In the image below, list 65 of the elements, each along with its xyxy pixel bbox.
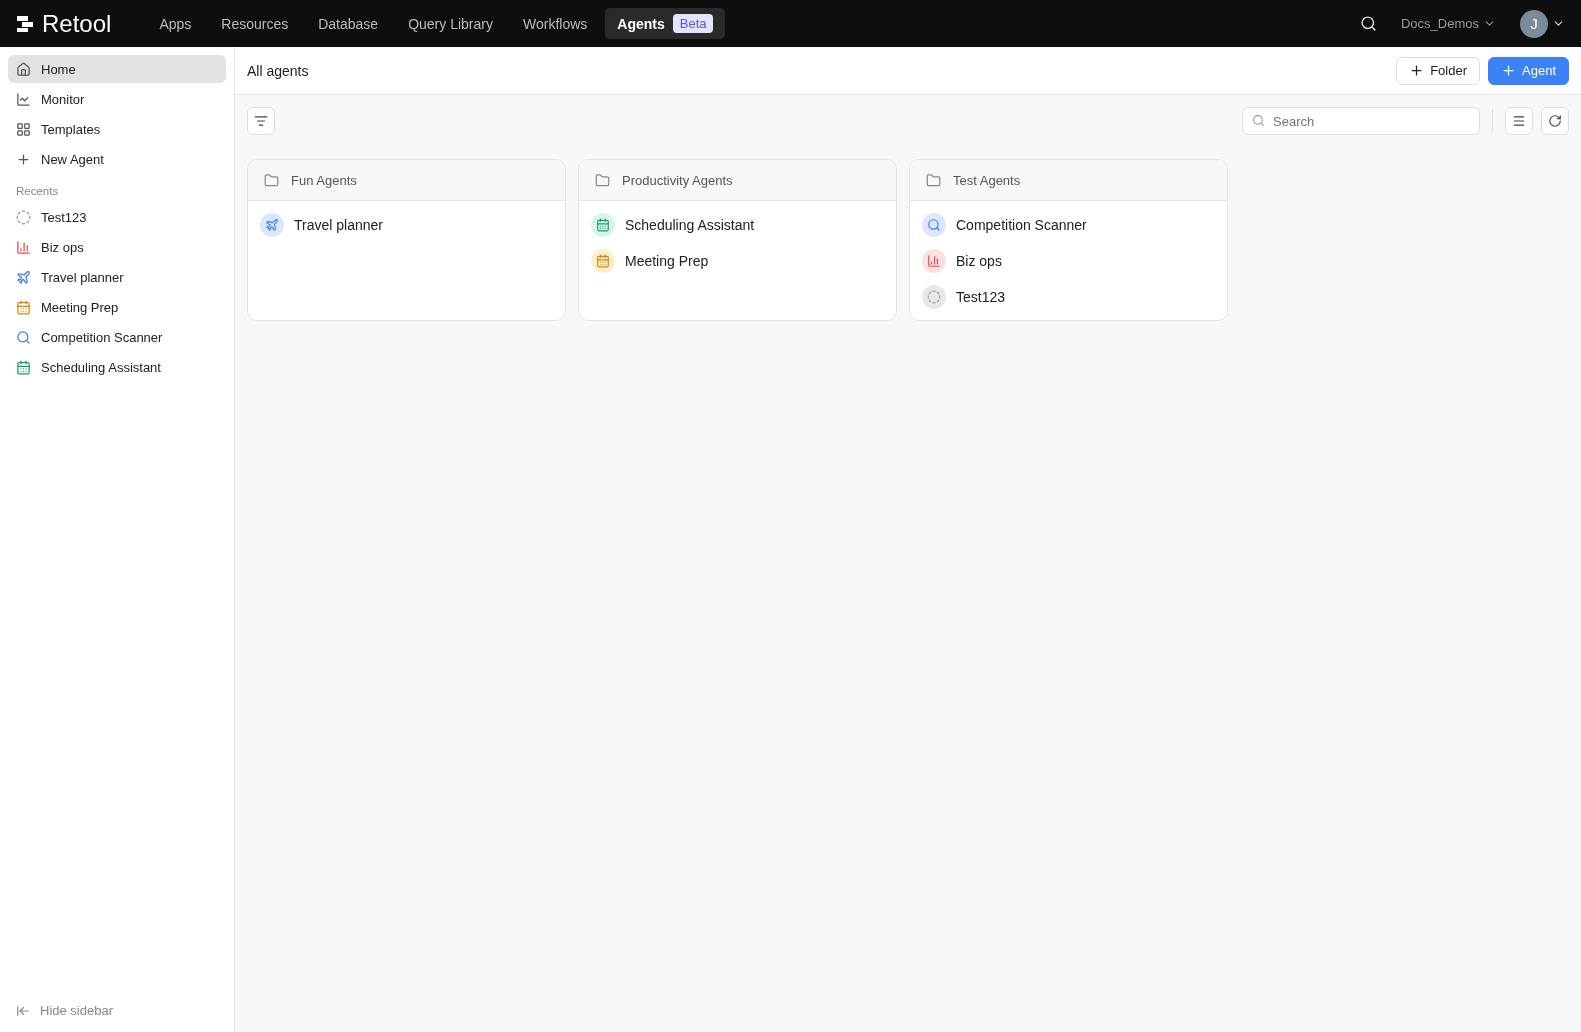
recent-item[interactable]: Test123 — [8, 203, 226, 231]
sidebar-item[interactable]: Home — [8, 55, 226, 83]
dashed-icon — [927, 290, 941, 304]
templates-icon — [16, 121, 31, 137]
agent-item[interactable]: Biz ops — [922, 249, 1215, 273]
workspace-menu[interactable]: Docs_Demos — [1394, 15, 1502, 32]
agent-item[interactable]: Competition Scanner — [922, 213, 1215, 237]
new-folder-button[interactable]: Folder — [1396, 56, 1480, 85]
calendar-icon — [16, 359, 31, 375]
folder-icon — [264, 172, 279, 188]
plus-icon — [1501, 63, 1516, 78]
search-icon — [1252, 114, 1265, 127]
folder-title: Test Agents — [953, 172, 1021, 188]
nav-tab[interactable]: Resources — [209, 9, 301, 38]
sort-button[interactable] — [247, 107, 275, 135]
search-icon — [927, 218, 941, 232]
beta-badge: Beta — [672, 14, 714, 33]
bars-icon — [16, 239, 31, 255]
agent-item[interactable]: Meeting Prep — [591, 249, 884, 273]
search-icon[interactable] — [1359, 15, 1377, 32]
recent-item[interactable]: Travel planner — [8, 263, 226, 291]
nav-tab[interactable]: Database — [306, 9, 391, 38]
sort-icon — [254, 114, 268, 128]
page-title: All agents — [247, 62, 309, 79]
nav-tab[interactable]: Query Library — [396, 9, 505, 38]
bars-icon — [927, 254, 941, 268]
list-view-button[interactable] — [1505, 107, 1533, 135]
calendar-icon — [596, 254, 610, 268]
plane-icon — [16, 269, 31, 285]
search-field[interactable]: Search — [1242, 107, 1480, 135]
plane-icon — [265, 218, 279, 232]
calendar-icon — [16, 299, 31, 315]
hide-sidebar-button[interactable]: Hide sidebar — [8, 997, 226, 1024]
nav-tab[interactable]: Workflows — [510, 9, 600, 38]
dashed-icon — [16, 209, 31, 225]
sidebar-item[interactable]: Templates — [8, 115, 226, 143]
calendar-icon — [596, 218, 610, 232]
nav-tab[interactable]: Agents Beta — [605, 8, 726, 39]
recent-item[interactable]: Scheduling Assistant — [8, 353, 226, 381]
recent-item[interactable]: Competition Scanner — [8, 323, 226, 351]
refresh-icon — [1548, 114, 1562, 128]
plus-icon — [16, 151, 31, 167]
folder-icon — [595, 172, 610, 188]
logo-text: Retool — [42, 9, 112, 38]
sidebar-item[interactable]: Monitor — [8, 85, 226, 113]
agent-item[interactable]: Test123 — [922, 285, 1215, 309]
monitor-icon — [16, 91, 31, 107]
plus-icon — [1409, 63, 1425, 78]
arrow-to-line-icon — [16, 1003, 30, 1018]
home-icon — [16, 61, 31, 77]
agent-item[interactable]: Travel planner — [260, 213, 553, 237]
menu-icon — [1512, 114, 1526, 128]
recent-item[interactable]: Biz ops — [8, 233, 226, 261]
logo-icon — [16, 14, 34, 33]
nav-tab[interactable]: Apps — [147, 9, 204, 38]
search-icon — [16, 329, 31, 345]
section-title: Recents — [15, 184, 60, 199]
new-agent-button[interactable]: Agent — [1488, 56, 1569, 85]
folder-title: Productivity Agents — [622, 172, 733, 188]
sidebar-item[interactable]: New Agent — [8, 145, 226, 173]
recent-item[interactable]: Meeting Prep — [8, 293, 226, 321]
folder-icon — [926, 172, 941, 188]
agent-item[interactable]: Scheduling Assistant — [591, 213, 884, 237]
refresh-button[interactable] — [1541, 107, 1569, 135]
folder-title: Fun Agents — [291, 172, 357, 188]
